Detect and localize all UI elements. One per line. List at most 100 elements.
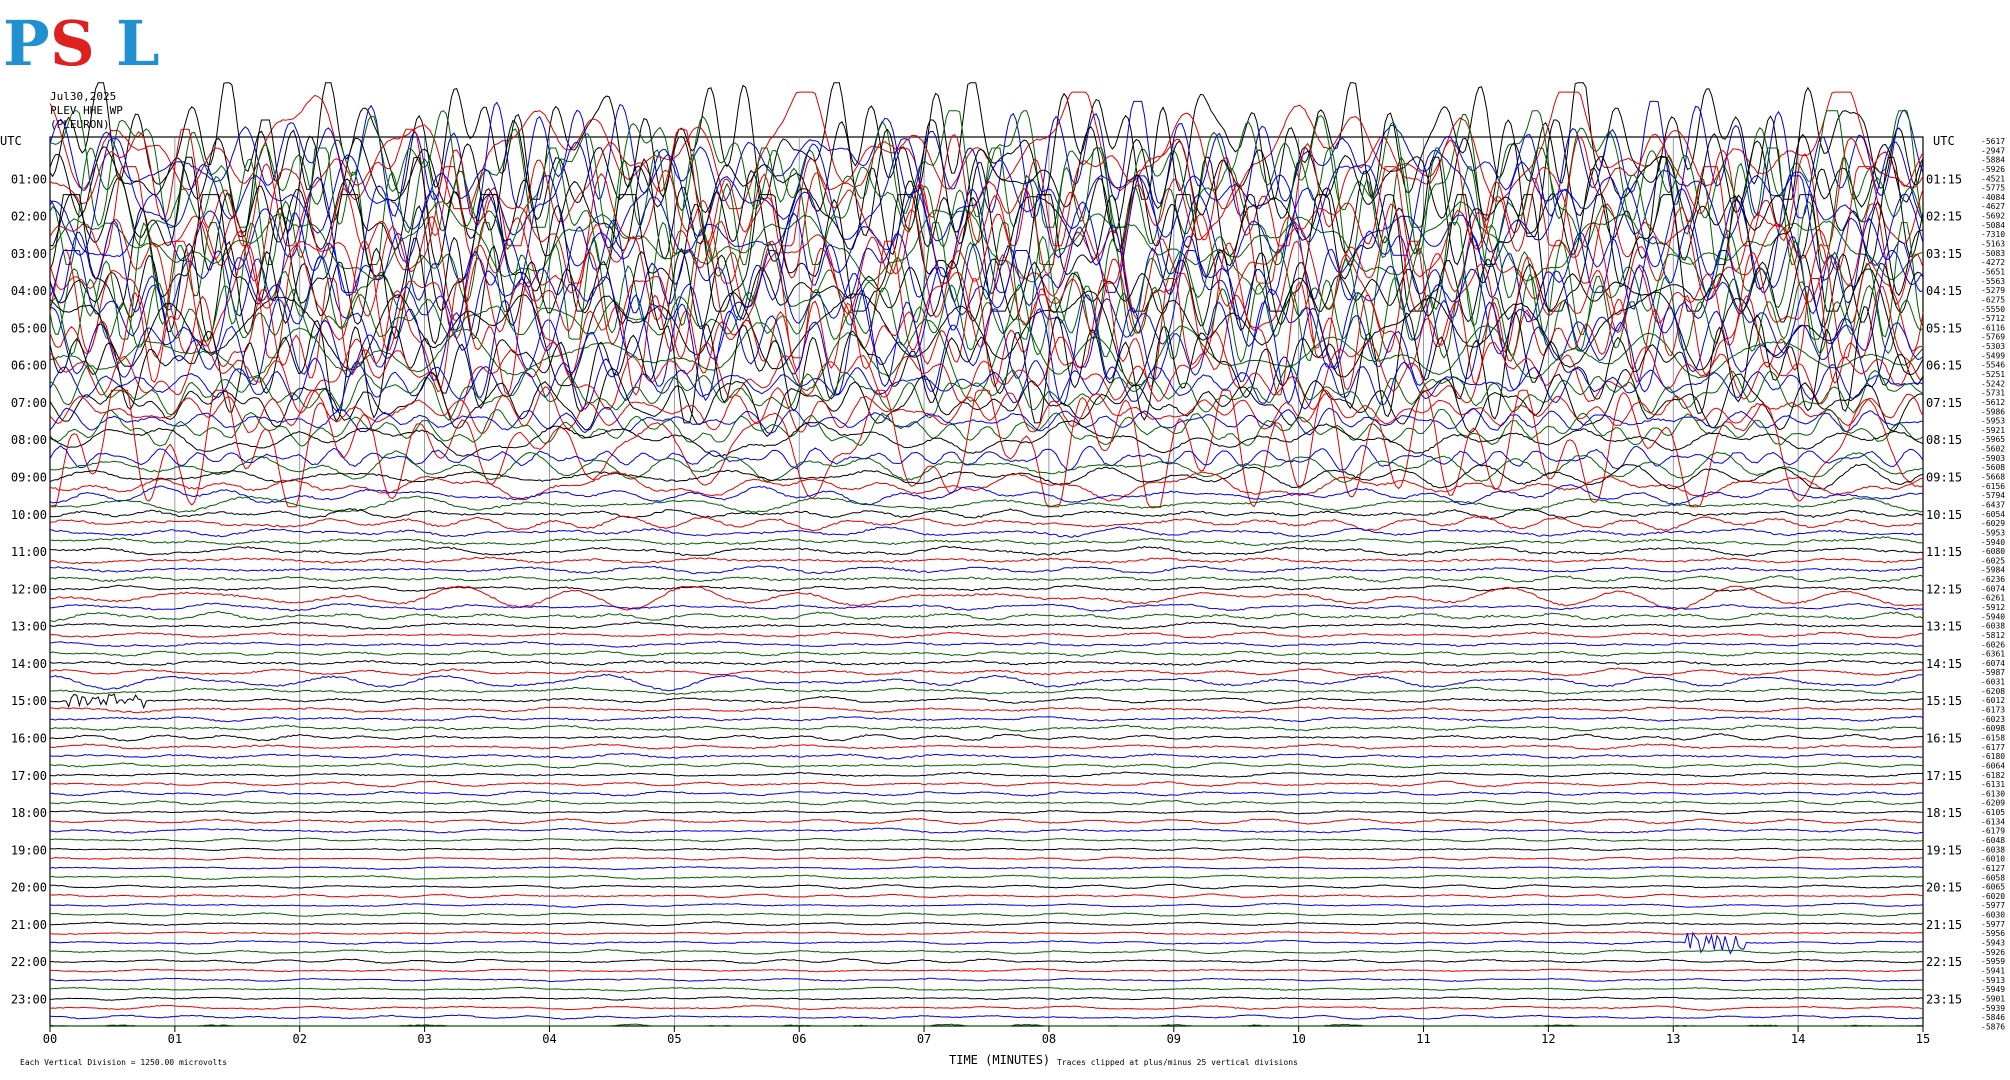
trace-line: [49, 866, 1924, 871]
offset-label: -6437: [1981, 500, 2005, 509]
right-hour-label: 13:15: [1926, 620, 1962, 634]
offset-label: -5602: [1981, 445, 2005, 454]
offset-label: -5769: [1981, 333, 2005, 342]
right-hour-label: 03:15: [1926, 247, 1962, 261]
right-hour-label: 11:15: [1926, 545, 1962, 559]
x-tick-label: 13: [1666, 1032, 1680, 1046]
offset-label: -6026: [1981, 640, 2005, 649]
left-hour-label: 21:00: [11, 918, 47, 932]
offset-label: -5941: [1981, 966, 2005, 975]
x-tick-label: 11: [1416, 1032, 1430, 1046]
offset-label: -5546: [1981, 361, 2005, 370]
right-hour-label: 09:15: [1926, 471, 1962, 485]
trace-line: [49, 996, 1924, 1001]
trace-line: [49, 837, 1924, 843]
left-tz-label: UTC: [0, 134, 22, 148]
offset-label: -6031: [1981, 678, 2005, 687]
offset-label: -4272: [1981, 258, 2005, 267]
station-label: PLEV HHE WP: [50, 104, 123, 117]
right-hour-label: 15:15: [1926, 694, 1962, 708]
x-tick-labels: 00 01 02 03 04 05 06 07 08 09 10 11 12 13 14 15: [43, 1026, 1930, 1046]
offset-label: -5953: [1981, 528, 2005, 537]
svg-text:L: L: [116, 7, 160, 80]
right-hour-label: 18:15: [1926, 806, 1962, 820]
trace-line: [49, 762, 1924, 769]
right-hour-label: 08:15: [1926, 433, 1962, 447]
offset-label: -6130: [1981, 789, 2005, 798]
offset-label: -5163: [1981, 240, 2005, 249]
offset-label: -5987: [1981, 668, 2005, 677]
offset-label: -6182: [1981, 771, 2005, 780]
trace-line: [49, 659, 1924, 667]
offset-label: -6080: [1981, 547, 2005, 556]
trace-line: [49, 526, 1924, 538]
offset-label: -5876: [1981, 1022, 2005, 1031]
offset-label: -6275: [1981, 295, 2005, 304]
offset-label: -6010: [1981, 855, 2005, 864]
x-tick-label: 04: [542, 1032, 556, 1046]
right-hour-label: 19:15: [1926, 843, 1962, 857]
left-hour-label: 04:00: [11, 284, 47, 298]
right-hour-label: 07:15: [1926, 396, 1962, 410]
offset-label: -6029: [1981, 519, 2005, 528]
left-hour-label: 01:00: [11, 172, 47, 186]
trace-line: [49, 556, 1924, 565]
offset-label: -6177: [1981, 743, 2005, 752]
left-hour-label: 13:00: [11, 620, 47, 634]
offset-label: -5846: [1981, 1013, 2005, 1022]
scale-note: Each Vertical Division = 1250.00 microvo…: [20, 1058, 227, 1067]
offset-label: -5617: [1981, 137, 2005, 146]
x-tick-label: 05: [667, 1032, 681, 1046]
left-hour-label: 05:00: [11, 321, 47, 335]
trace-line: [49, 948, 1924, 955]
svg-text:S: S: [50, 7, 95, 80]
trace-line: [49, 931, 1924, 955]
offset-label: -6030: [1981, 911, 2005, 920]
left-hour-label: 02:00: [11, 210, 47, 224]
left-hour-label: 11:00: [11, 545, 47, 559]
left-hour-label: 15:00: [11, 694, 47, 708]
trace-line: [49, 545, 1924, 557]
x-tick-label: 06: [792, 1032, 806, 1046]
trace-line: [49, 495, 1924, 513]
x-tick-label: 03: [417, 1032, 431, 1046]
right-hour-label: 10:15: [1926, 508, 1962, 522]
trace-line: [50, 602, 1924, 612]
offset-label: -6023: [1981, 715, 2005, 724]
offset-label: -6105: [1981, 808, 2005, 817]
right-hour-label: 05:15: [1926, 321, 1962, 335]
trace-line: [49, 364, 1924, 421]
right-hour-label: 02:15: [1926, 210, 1962, 224]
offset-label: -6038: [1981, 845, 2005, 854]
offset-label: -6048: [1981, 836, 2005, 845]
left-hour-label: 07:00: [11, 396, 47, 410]
right-tz-label: UTC: [1933, 134, 1955, 148]
trace-line: [49, 958, 1923, 965]
offset-label: -5939: [1981, 1004, 2005, 1013]
trace-line: [49, 780, 1924, 788]
offset-label: -6208: [1981, 687, 2005, 696]
offset-label: -5884: [1981, 156, 2005, 165]
offset-label: -4084: [1981, 193, 2005, 202]
trace-line: [49, 631, 1924, 639]
trace-line: [49, 1014, 1924, 1020]
trace-line: [49, 827, 1924, 834]
trace-line: [49, 724, 1924, 732]
trace-line: [49, 912, 1923, 917]
offset-label: -5940: [1981, 538, 2005, 547]
right-hour-label: 17:15: [1926, 769, 1962, 783]
offset-label: -5242: [1981, 379, 2005, 388]
trace-line: [49, 693, 1924, 710]
offset-label: -5251: [1981, 370, 2005, 379]
offset-label: -5499: [1981, 351, 2005, 360]
trace-line: [49, 752, 1924, 760]
offset-label: -5903: [1981, 454, 2005, 463]
x-tick-label: 15: [1916, 1032, 1930, 1046]
offset-label: -6012: [1981, 696, 2005, 705]
offset-label: -5953: [1981, 417, 2005, 426]
trace-line: [49, 968, 1924, 973]
offset-label: -6131: [1981, 780, 2005, 789]
trace-line: [49, 790, 1924, 797]
trace-line: [49, 536, 1924, 546]
x-tick-label: 07: [917, 1032, 931, 1046]
